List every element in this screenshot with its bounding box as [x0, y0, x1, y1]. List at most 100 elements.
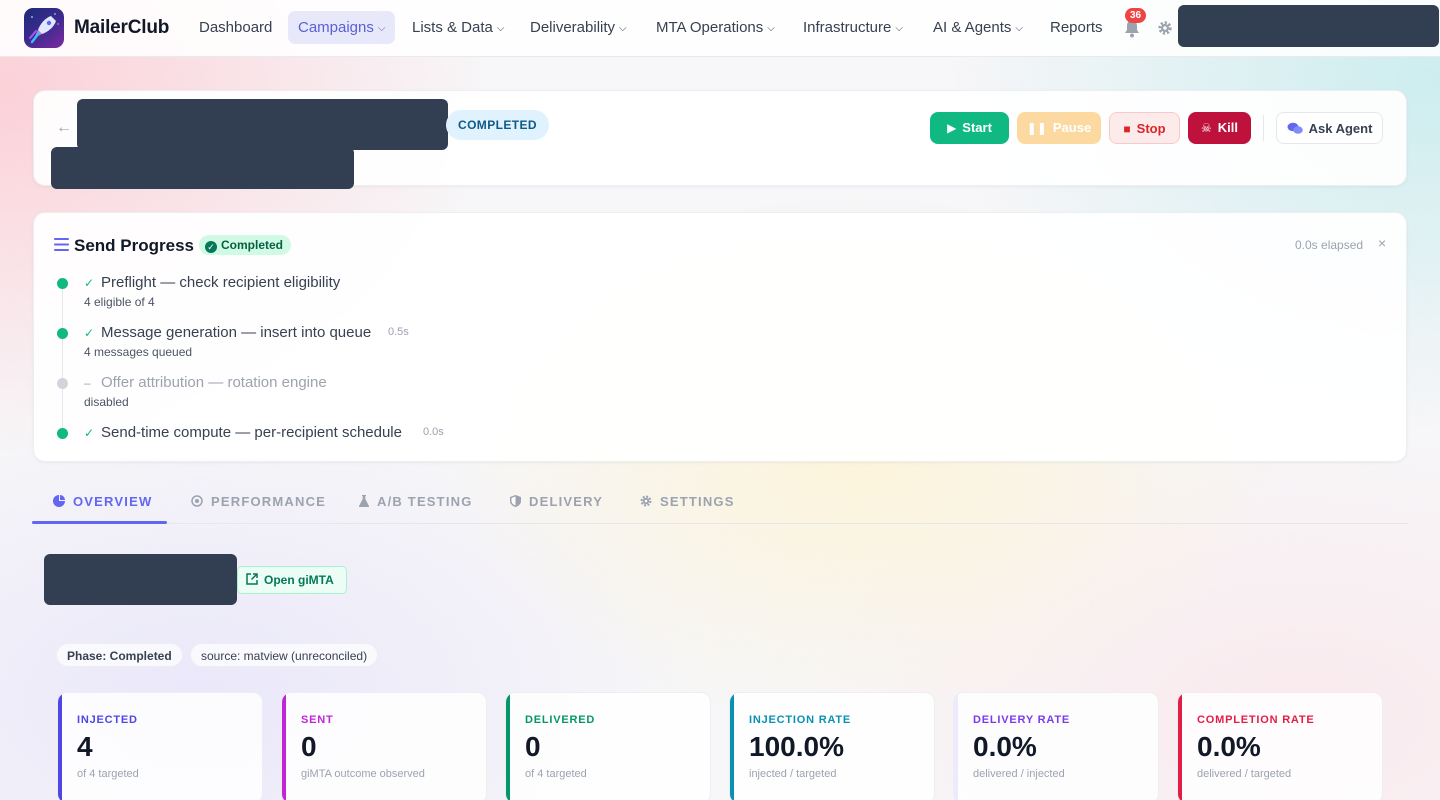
- nav-dashboard-label: Dashboard: [199, 19, 273, 36]
- tab-delivery[interactable]: DELIVERY: [510, 494, 603, 509]
- stat-label: COMPLETION RATE: [1197, 714, 1315, 726]
- send-progress-title: Send Progress: [74, 236, 194, 255]
- tab-performance-label: PERFORMANCE: [211, 494, 327, 509]
- chat-bubbles-icon: [1287, 113, 1303, 145]
- pie-chart-icon: [53, 495, 65, 509]
- stat-accent-bar: [954, 693, 958, 800]
- back-arrow-icon[interactable]: ←: [56, 119, 72, 137]
- dash-icon: –: [84, 376, 91, 390]
- nav-lists-label: Lists & Data: [412, 19, 493, 36]
- open-gimta-button[interactable]: Open giMTA: [237, 566, 347, 594]
- stat-accent-bar: [58, 693, 62, 800]
- stop-icon: ■: [1123, 122, 1131, 136]
- step-title: Send-time compute — per-recipient schedu…: [101, 424, 402, 441]
- chevron-down-icon: ⌵: [767, 23, 775, 34]
- stat-value: 0.0%: [1197, 731, 1261, 762]
- step-detail: 4 eligible of 4: [84, 295, 155, 309]
- open-gimta-label: Open giMTA: [264, 573, 334, 587]
- stat-card-completion-rate: COMPLETION RATE 0.0% delivered / targete…: [1177, 692, 1383, 800]
- shield-icon: [510, 495, 521, 509]
- nav-reports[interactable]: Reports: [1040, 11, 1113, 44]
- stop-button[interactable]: ■ Stop: [1109, 112, 1180, 144]
- app-logo[interactable]: [24, 8, 64, 48]
- stat-accent-bar: [1178, 693, 1182, 800]
- tab-settings[interactable]: SETTINGS: [640, 494, 735, 509]
- check-circle-icon: ✓: [205, 241, 217, 253]
- check-icon: ✓: [84, 426, 95, 440]
- campaign-name-redacted: [44, 554, 237, 605]
- step-title: Offer attribution — rotation engine: [101, 374, 327, 391]
- stat-label: SENT: [301, 714, 334, 726]
- stat-card-injection-rate: INJECTION RATE 100.0% injected / targete…: [729, 692, 935, 800]
- stat-card-injected: INJECTED 4 of 4 targeted: [57, 692, 263, 800]
- campaign-tabs: OVERVIEW PERFORMANCE A/B TESTING DELIVER…: [32, 480, 1408, 524]
- phase-chip: Phase: Completed: [56, 643, 183, 667]
- gear-icon[interactable]: [1157, 20, 1173, 36]
- tab-settings-label: SETTINGS: [660, 494, 735, 509]
- campaign-title-redacted: [77, 99, 448, 150]
- stat-accent-bar: [506, 693, 510, 800]
- nav-infrastructure[interactable]: Infrastructure ⌵: [793, 11, 913, 44]
- stat-label: INJECTION RATE: [749, 714, 852, 726]
- source-chip: source: matview (unreconciled): [190, 643, 379, 667]
- progress-status-badge: ✓ Completed: [199, 235, 292, 255]
- step-duration: 0.5s: [388, 326, 409, 338]
- flask-icon: [359, 495, 369, 509]
- nav-mta-operations[interactable]: MTA Operations ⌵: [646, 11, 785, 44]
- nav-deliverability-label: Deliverability: [530, 19, 616, 36]
- stat-card-delivery-rate: DELIVERY RATE 0.0% delivered / injected: [953, 692, 1159, 800]
- nav-lists-data[interactable]: Lists & Data ⌵: [402, 11, 514, 44]
- stat-subtext: delivered / injected: [973, 768, 1065, 780]
- external-link-icon: [246, 567, 258, 593]
- skull-icon: ☠: [1201, 121, 1212, 135]
- nav-deliverability[interactable]: Deliverability ⌵: [520, 11, 637, 44]
- nav-ai-agents[interactable]: AI & Agents ⌵: [923, 11, 1033, 44]
- nav-mta-label: MTA Operations: [656, 19, 764, 36]
- check-icon: ✓: [84, 276, 95, 290]
- chevron-down-icon: ⌵: [377, 23, 386, 34]
- kill-button[interactable]: ☠ Kill: [1188, 112, 1251, 144]
- tab-performance[interactable]: PERFORMANCE: [191, 494, 326, 509]
- nav-campaigns-label: Campaigns: [298, 19, 374, 36]
- stat-value: 4: [77, 731, 93, 762]
- play-icon: ▶: [947, 121, 957, 135]
- tab-overview[interactable]: OVERVIEW: [53, 494, 152, 509]
- step-title: Preflight — check recipient eligibility: [101, 274, 341, 291]
- step-duration: 0.0s: [423, 426, 444, 438]
- step-detail: 4 messages queued: [84, 345, 193, 359]
- send-progress-card: Send Progress ✓ Completed 0.0s elapsed × …: [33, 212, 1407, 462]
- tab-delivery-label: DELIVERY: [529, 494, 604, 509]
- active-tab-indicator: [32, 521, 167, 524]
- nav-campaigns[interactable]: Campaigns ⌵: [288, 11, 396, 44]
- rocket-icon: [29, 13, 59, 44]
- pause-button[interactable]: ❚❚ Pause: [1017, 112, 1101, 144]
- start-button[interactable]: ▶ Start: [930, 112, 1009, 144]
- brand-name: MailerClub: [74, 17, 170, 38]
- chevron-down-icon: ⌵: [496, 23, 505, 34]
- kill-button-label: Kill: [1217, 120, 1238, 135]
- elapsed-time: 0.0s elapsed: [1295, 238, 1364, 252]
- step-detail: disabled: [84, 395, 129, 409]
- nav-dashboard[interactable]: Dashboard: [189, 11, 282, 44]
- nav-reports-label: Reports: [1050, 19, 1103, 36]
- nav-infrastructure-label: Infrastructure: [803, 19, 892, 36]
- chevron-down-icon: ⌵: [1015, 23, 1023, 34]
- stat-accent-bar: [282, 693, 286, 800]
- close-icon[interactable]: ×: [1378, 235, 1386, 251]
- stat-value: 100.0%: [749, 731, 844, 762]
- stat-subtext: of 4 targeted: [525, 768, 587, 780]
- stat-accent-bar: [730, 693, 734, 800]
- stat-label: INJECTED: [77, 714, 138, 726]
- stat-subtext: of 4 targeted: [77, 768, 139, 780]
- stat-card-sent: SENT 0 giMTA outcome observed: [281, 692, 487, 800]
- gear-icon: [640, 495, 652, 509]
- tab-ab-testing[interactable]: A/B TESTING: [359, 494, 473, 509]
- stat-value: 0.0%: [973, 731, 1037, 762]
- user-menu-redacted[interactable]: [1178, 5, 1439, 47]
- stat-value: 0: [525, 731, 541, 762]
- divider: [1263, 115, 1264, 141]
- nav-ai-label: AI & Agents: [933, 19, 1012, 36]
- step-status-dot: [57, 278, 68, 289]
- ask-agent-button[interactable]: Ask Agent: [1276, 112, 1383, 144]
- campaign-subtitle-redacted: [51, 147, 354, 189]
